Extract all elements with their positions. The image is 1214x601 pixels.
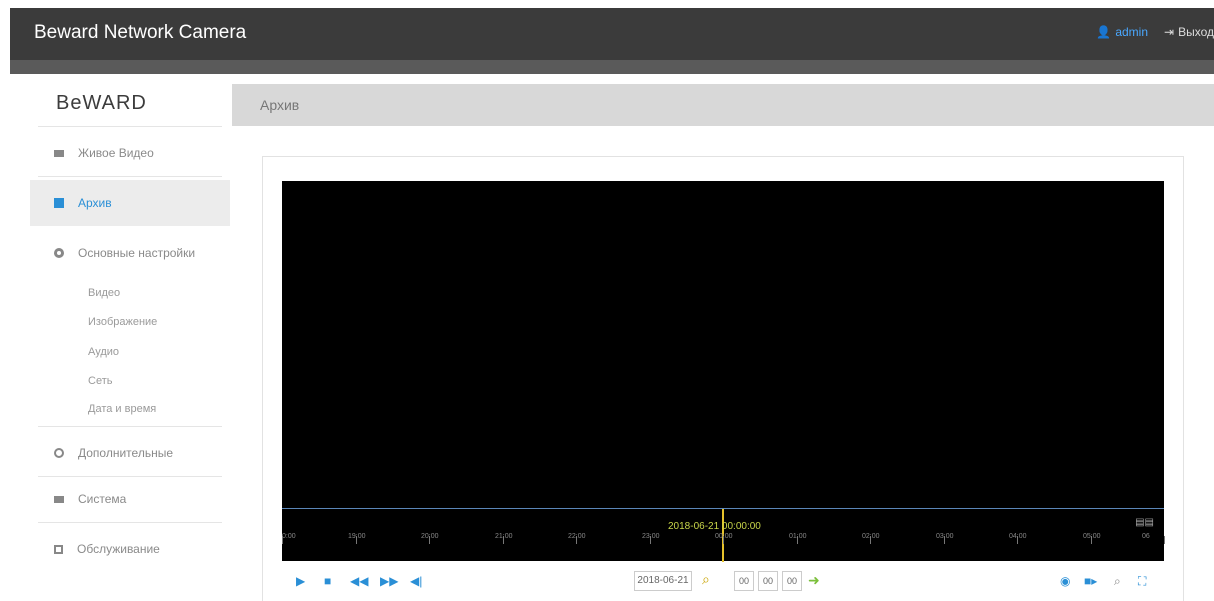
fullscreen-icon[interactable]: ⛶	[1138, 574, 1146, 589]
timeline-label: 22:00	[568, 533, 586, 540]
subitem-datetime[interactable]: Дата и время	[88, 403, 156, 415]
user-name: admin	[1115, 25, 1148, 39]
sidebar-item-label: Архив	[78, 196, 112, 210]
top-strip	[10, 60, 1214, 74]
timeline-label: 23:00	[642, 533, 660, 540]
hour-field[interactable]: 00	[734, 571, 754, 591]
timeline-label: 20:00	[421, 533, 439, 540]
beward-logo: BeWARD	[56, 92, 147, 114]
timeline-label: 04:00	[1009, 533, 1027, 540]
timeline-label: 00:00	[715, 533, 733, 540]
divider	[38, 522, 222, 523]
rewind-icon[interactable]: ◀◀	[350, 574, 368, 588]
maintenance-icon	[54, 544, 63, 554]
gear-icon	[54, 248, 64, 258]
timeline-current-time: 2018-06-21 00:00:00	[668, 521, 761, 532]
sidebar-item-system[interactable]: Система	[30, 476, 230, 522]
zoom-icon[interactable]: ⌕	[1114, 574, 1121, 589]
subitem-network[interactable]: Сеть	[88, 375, 112, 387]
timeline-tick	[1164, 536, 1165, 544]
logout-label: Выход	[1178, 25, 1214, 39]
timeline-label: 06	[1142, 533, 1150, 540]
video-player[interactable]: 2018-06-21 00:00:00 ▤▤ 0:00 19:00 20:00 21:…	[282, 181, 1165, 562]
monitor-icon	[54, 495, 64, 503]
sidebar-item-maintenance[interactable]: Обслуживание	[30, 526, 230, 572]
timeline-label: 02:00	[862, 533, 880, 540]
go-arrow-icon[interactable]: ➜	[808, 572, 820, 589]
divider	[38, 176, 222, 177]
top-bar: Beward Network Camera 👤 admin ⇥ Выход	[10, 8, 1214, 60]
settings-icon	[54, 448, 64, 458]
divider	[38, 426, 222, 427]
record-icon[interactable]: ■▸	[1084, 574, 1097, 588]
search-icon[interactable]: ⌕	[702, 571, 710, 588]
sidebar-item-archive[interactable]: Архив	[30, 180, 230, 226]
sidebar: BeWARD Живое Видео Архив Основные настро…	[30, 80, 230, 601]
timeline-label: 03:00	[936, 533, 954, 540]
subitem-audio[interactable]: Аудио	[88, 346, 119, 358]
page-header: Архив	[232, 84, 1214, 126]
date-field[interactable]: 2018-06-21	[634, 571, 692, 591]
timeline-label: 01:00	[789, 533, 807, 540]
step-back-icon[interactable]: ◀|	[410, 574, 422, 588]
sidebar-item-label: Дополнительные	[78, 446, 173, 460]
sidebar-item-label: Система	[78, 492, 127, 506]
sidebar-item-label: Основные настройки	[78, 246, 196, 260]
timeline-label: 21:00	[495, 533, 513, 540]
second-field[interactable]: 00	[782, 571, 802, 591]
sidebar-item-basic-settings[interactable]: Основные настройки	[30, 230, 230, 276]
snapshot-icon[interactable]: ◉	[1060, 574, 1070, 588]
playback-controls: ▶ ■ ◀◀ ▶▶ ◀| 2018-06-21 ⌕ 00 00 00 ➜ ◉ ■…	[282, 568, 1164, 596]
camera-icon	[54, 149, 64, 157]
minute-field[interactable]: 00	[758, 571, 778, 591]
sidebar-item-label: Живое Видео	[78, 146, 154, 160]
subitem-image[interactable]: Изображение	[88, 316, 157, 328]
timeline-zoom-icon[interactable]: ▤▤	[1135, 517, 1154, 528]
logout-button[interactable]: ⇥ Выход	[1164, 25, 1214, 39]
user-menu[interactable]: 👤 admin	[1096, 25, 1148, 39]
user-icon: 👤	[1096, 25, 1112, 39]
timeline[interactable]: 2018-06-21 00:00:00 ▤▤ 0:00 19:00 20:00 21:…	[282, 508, 1165, 562]
timeline-label: 0:00	[282, 533, 296, 540]
play-icon[interactable]: ▶	[296, 574, 305, 588]
sidebar-item-advanced[interactable]: Дополнительные	[30, 430, 230, 476]
app-title: Beward Network Camera	[34, 22, 247, 43]
stop-icon[interactable]: ■	[324, 574, 331, 588]
archive-icon	[54, 198, 64, 208]
logout-icon: ⇥	[1164, 25, 1175, 39]
timeline-label: 19:00	[348, 533, 366, 540]
page-title: Архив	[260, 97, 300, 113]
sidebar-item-live-video[interactable]: Живое Видео	[30, 130, 230, 176]
sidebar-item-label: Обслуживание	[77, 542, 160, 556]
timeline-label: 05:00	[1083, 533, 1101, 540]
fast-forward-icon[interactable]: ▶▶	[380, 574, 398, 588]
subitem-video[interactable]: Видео	[88, 287, 120, 299]
divider	[38, 126, 222, 127]
